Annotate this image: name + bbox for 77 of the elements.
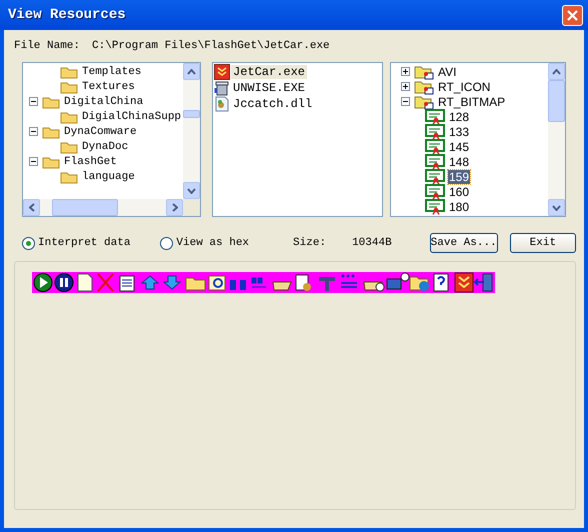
tree-item[interactable]: Textures	[81, 80, 136, 92]
file-name-value: C:\Program Files\FlashGet\JetCar.exe	[92, 40, 330, 52]
bitmap-icon	[425, 198, 445, 214]
tree-item[interactable]: 160	[448, 184, 470, 198]
exit-button[interactable]: Exit	[510, 233, 576, 253]
tree-expander[interactable]	[28, 157, 38, 166]
scroll-down-button[interactable]	[183, 182, 200, 199]
scrollbar-corner	[183, 199, 200, 216]
tree-item[interactable]: 159	[448, 170, 470, 184]
file-name-label: File Name:	[14, 40, 80, 52]
tree-item[interactable]: Templates	[81, 66, 142, 78]
folder-icon	[42, 94, 60, 108]
scrollbar-thumb[interactable]	[183, 110, 200, 118]
tree-item[interactable]: language	[81, 170, 136, 182]
caret-down-icon	[187, 188, 196, 194]
folder-icon	[42, 124, 60, 138]
tree-item[interactable]: RT_ICON	[437, 80, 492, 94]
tree-item[interactable]: 148	[448, 154, 470, 168]
scroll-up-button[interactable]	[183, 63, 200, 80]
tree-item[interactable]: DynaComware	[63, 126, 138, 138]
scrollbar-thumb[interactable]	[548, 80, 565, 122]
caret-left-icon	[28, 203, 34, 212]
bitmap-icon	[425, 168, 445, 184]
bitmap-icon	[425, 124, 445, 140]
tree-expander[interactable]	[400, 82, 410, 91]
resource-folder-icon	[414, 78, 434, 94]
folder-icon	[60, 64, 78, 78]
radio-option[interactable]: Interpret data	[22, 236, 130, 250]
caret-right-icon	[172, 203, 178, 212]
close-icon	[567, 10, 578, 20]
bitmap-icon	[425, 184, 445, 200]
bitmap-icon	[425, 154, 445, 170]
caret-up-icon	[187, 68, 196, 74]
scrollbar-thumb[interactable]	[52, 199, 118, 216]
scroll-left-button[interactable]	[23, 199, 40, 216]
window-title: View Resources	[8, 7, 126, 23]
scroll-down-button[interactable]	[548, 199, 565, 216]
save-as-button[interactable]: Save As...	[430, 233, 498, 253]
folder-icon	[60, 170, 78, 184]
folder-icon	[42, 154, 60, 168]
tree-expander[interactable]	[28, 127, 38, 136]
folder-icon	[60, 80, 78, 94]
resource-folder-icon	[414, 94, 434, 110]
vertical-scrollbar[interactable]	[548, 63, 565, 216]
file-item[interactable]: UNWISE.EXE	[231, 81, 308, 95]
radio-option[interactable]: View as hex	[160, 236, 250, 250]
tree-item[interactable]: 180	[448, 200, 470, 214]
tree-item[interactable]: 145	[448, 140, 470, 154]
scroll-up-button[interactable]	[548, 63, 565, 80]
folder-icon	[60, 140, 78, 154]
scroll-right-button[interactable]	[166, 199, 183, 216]
bitmap-icon	[425, 108, 445, 124]
bitmap-icon	[425, 138, 445, 154]
horizontal-scrollbar[interactable]	[23, 199, 200, 216]
tree-expander[interactable]	[400, 97, 410, 106]
file-item[interactable]: JetCar.exe	[231, 65, 308, 79]
size-label: Size:	[293, 237, 326, 249]
tree-item[interactable]: DynaDoc	[81, 140, 130, 152]
tree-item[interactable]: DigialChinaSupp	[81, 110, 182, 122]
file-icon	[214, 96, 230, 112]
tree-item[interactable]: AVI	[437, 64, 458, 78]
size-value: 10344B	[352, 237, 392, 249]
chevron-icon	[214, 64, 230, 80]
file-item[interactable]: Jccatch.dll	[231, 97, 314, 111]
tree-item[interactable]: 133	[448, 124, 470, 138]
caret-up-icon	[552, 68, 561, 74]
tree-item[interactable]: 128	[448, 110, 470, 124]
vertical-scrollbar[interactable]	[183, 63, 200, 199]
close-button[interactable]	[562, 4, 583, 26]
tree-item[interactable]: FlashGet	[63, 156, 118, 168]
tree-item[interactable]: DigitalChina	[63, 96, 144, 108]
folder-icon	[60, 110, 78, 124]
tree-expander[interactable]	[28, 97, 38, 106]
tree-expander[interactable]	[400, 67, 410, 76]
caret-down-icon	[552, 204, 561, 210]
tree-item[interactable]: RT_BITMAP	[437, 94, 506, 108]
installer-icon	[214, 80, 230, 96]
